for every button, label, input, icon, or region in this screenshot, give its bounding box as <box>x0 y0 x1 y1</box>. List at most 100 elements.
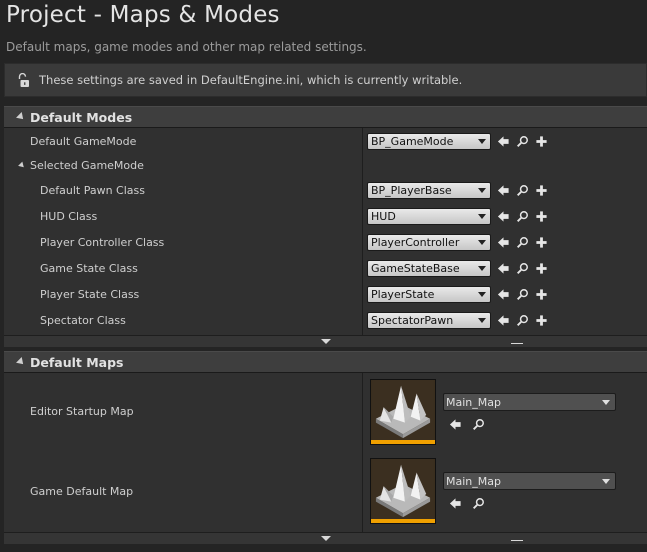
default-gamemode-dropdown[interactable]: BP_GameMode <box>367 133 491 150</box>
property-label: Player State Class <box>40 287 140 301</box>
game-default-map-dropdown[interactable]: Main_Map <box>443 472 616 490</box>
search-icon[interactable] <box>515 235 529 249</box>
search-icon[interactable] <box>471 417 485 431</box>
asset-tools <box>448 496 485 510</box>
player-controller-class-dropdown[interactable]: PlayerController <box>367 234 491 251</box>
asset-type-bar <box>371 440 435 444</box>
section-title: Default Maps <box>30 354 124 370</box>
config-notice-bar: These settings are saved in DefaultEngin… <box>4 63 647 97</box>
property-row-default-pawn-class: Default Pawn Class BP_PlayerBase <box>4 177 647 203</box>
asset-type-bar <box>371 519 435 523</box>
chevron-down-icon <box>602 400 610 405</box>
asset-tools <box>496 183 548 197</box>
dropdown-value: Main_Map <box>446 395 501 409</box>
search-icon[interactable] <box>515 261 529 275</box>
property-label: Default GameMode <box>30 134 137 148</box>
property-label: HUD Class <box>40 209 98 223</box>
chevron-down-icon <box>602 479 610 484</box>
dropdown-value: BP_PlayerBase <box>371 184 452 197</box>
property-row-player-state-class: Player State Class PlayerState <box>4 281 647 307</box>
plus-icon[interactable] <box>534 209 548 223</box>
back-arrow-icon[interactable] <box>496 134 510 148</box>
back-arrow-icon[interactable] <box>496 287 510 301</box>
advanced-expander-default-modes[interactable] <box>4 335 647 347</box>
dropdown-value: Main_Map <box>446 474 501 488</box>
plus-icon[interactable] <box>534 287 548 301</box>
asset-tools <box>496 313 548 327</box>
chevron-down-icon <box>478 214 486 219</box>
map-asset-icon <box>371 459 435 519</box>
chevron-down-icon <box>478 318 486 323</box>
section-header-default-modes[interactable]: Default Modes <box>4 106 647 128</box>
property-label: Player Controller Class <box>40 235 165 249</box>
property-row-spectator-class: Spectator Class SpectatorPawn <box>4 307 647 333</box>
unlocked-padlock-icon <box>17 72 31 88</box>
hud-class-dropdown[interactable]: HUD <box>367 208 491 225</box>
editor-startup-map-dropdown[interactable]: Main_Map <box>443 393 616 411</box>
asset-tools <box>448 417 485 431</box>
dropdown-value: PlayerState <box>371 288 435 301</box>
expand-bar <box>511 343 523 344</box>
collapse-arrow-icon <box>16 112 26 122</box>
dropdown-value: HUD <box>371 210 396 223</box>
asset-tools <box>496 235 548 249</box>
dropdown-value: GameStateBase <box>371 262 460 275</box>
plus-icon[interactable] <box>534 183 548 197</box>
property-label: Game State Class <box>40 261 138 275</box>
chevron-down-icon <box>478 266 486 271</box>
search-icon[interactable] <box>515 313 529 327</box>
section-header-default-maps[interactable]: Default Maps <box>4 351 647 373</box>
back-arrow-icon[interactable] <box>496 261 510 275</box>
default-maps-panel: Editor Startup Map Main_Map Game Default… <box>4 373 647 532</box>
notice-text: These settings are saved in DefaultEngin… <box>39 73 463 87</box>
property-row-hud-class: HUD Class HUD <box>4 203 647 229</box>
chevron-down-icon <box>478 292 486 297</box>
chevron-down-icon <box>478 240 486 245</box>
search-icon[interactable] <box>515 209 529 223</box>
dropdown-value: BP_GameMode <box>371 135 454 148</box>
spectator-class-dropdown[interactable]: SpectatorPawn <box>367 312 491 329</box>
map-thumbnail[interactable] <box>370 379 436 445</box>
map-asset-icon <box>371 380 435 440</box>
default-pawn-class-dropdown[interactable]: BP_PlayerBase <box>367 182 491 199</box>
property-label: Spectator Class <box>40 313 126 327</box>
map-thumbnail[interactable] <box>370 458 436 524</box>
default-modes-panel: Default GameMode BP_GameMode Selected Ga… <box>4 128 647 335</box>
property-row-game-state-class: Game State Class GameStateBase <box>4 255 647 281</box>
property-row-player-controller-class: Player Controller Class PlayerController <box>4 229 647 255</box>
search-icon[interactable] <box>471 496 485 510</box>
property-row-game-default-map: Game Default Map Main_Map <box>4 452 647 531</box>
search-icon[interactable] <box>515 183 529 197</box>
player-state-class-dropdown[interactable]: PlayerState <box>367 286 491 303</box>
property-label: Default Pawn Class <box>40 183 145 197</box>
asset-tools <box>496 209 548 223</box>
dropdown-value: SpectatorPawn <box>371 314 454 327</box>
plus-icon[interactable] <box>534 134 548 148</box>
page-subtitle: Default maps, game modes and other map r… <box>6 40 367 54</box>
back-arrow-icon[interactable] <box>496 235 510 249</box>
advanced-expander-default-maps[interactable] <box>4 532 647 544</box>
expand-bar <box>511 540 523 541</box>
plus-icon[interactable] <box>534 313 548 327</box>
chevron-down-icon <box>478 139 486 144</box>
section-title: Default Modes <box>30 109 133 125</box>
back-arrow-icon[interactable] <box>448 496 462 510</box>
property-row-default-gamemode: Default GameMode BP_GameMode <box>4 128 647 154</box>
page-title: Project - Maps & Modes <box>6 2 280 28</box>
search-icon[interactable] <box>515 287 529 301</box>
collapse-arrow-icon <box>18 161 26 170</box>
collapse-arrow-icon <box>16 357 26 367</box>
plus-icon[interactable] <box>534 261 548 275</box>
search-icon[interactable] <box>515 134 529 148</box>
game-state-class-dropdown[interactable]: GameStateBase <box>367 260 491 277</box>
property-row-editor-startup-map: Editor Startup Map Main_Map <box>4 373 647 452</box>
chevron-down-icon <box>478 188 486 193</box>
back-arrow-icon[interactable] <box>496 183 510 197</box>
back-arrow-icon[interactable] <box>496 313 510 327</box>
back-arrow-icon[interactable] <box>448 417 462 431</box>
property-group-selected-gamemode[interactable]: Selected GameMode <box>4 152 647 178</box>
dropdown-value: PlayerController <box>371 236 460 249</box>
back-arrow-icon[interactable] <box>496 209 510 223</box>
plus-icon[interactable] <box>534 235 548 249</box>
asset-tools <box>496 261 548 275</box>
